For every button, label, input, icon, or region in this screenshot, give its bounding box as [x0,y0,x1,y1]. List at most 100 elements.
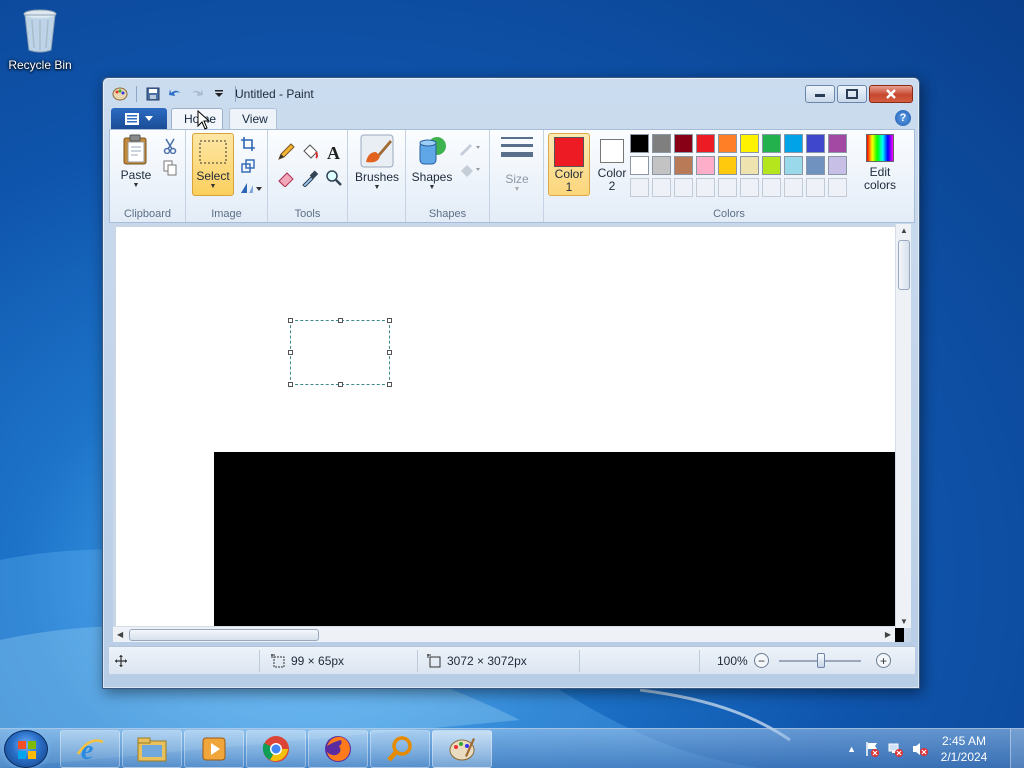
palette-color-swatch[interactable] [740,134,759,153]
network-icon[interactable] [888,741,904,757]
title-bar[interactable]: Untitled - Paint [103,78,919,108]
selection-rectangle[interactable] [288,318,392,387]
menu-icon [125,112,139,125]
taskbar-search-app[interactable] [370,730,430,768]
taskbar-internet-explorer[interactable]: e [60,730,120,768]
taskbar-file-explorer[interactable] [122,730,182,768]
selection-handle-nw[interactable] [288,318,293,323]
color-picker-icon[interactable] [300,168,320,188]
action-center-flag-icon[interactable] [864,741,880,757]
horizontal-scrollbar[interactable]: ◀ ▶ [113,626,895,642]
custom-color-slot[interactable] [718,178,737,197]
palette-color-swatch[interactable] [652,156,671,175]
color1-button[interactable]: Color 1 [548,133,590,196]
custom-color-slot[interactable] [740,178,759,197]
selection-handle-e[interactable] [387,350,392,355]
eraser-icon[interactable] [276,168,296,188]
start-button[interactable] [4,730,48,768]
resize-icon[interactable] [238,156,258,176]
tab-view[interactable]: View [229,108,277,129]
size-button[interactable]: Size ▼ [496,134,538,194]
scroll-down-arrow-icon[interactable]: ▼ [900,617,908,626]
custom-color-slot[interactable] [674,178,693,197]
select-button[interactable]: Select ▼ [192,133,234,196]
cut-scissors-icon[interactable] [160,136,180,156]
maximize-button[interactable] [837,85,867,103]
taskbar-paint[interactable] [432,730,492,768]
rotate-icon[interactable] [238,178,264,198]
palette-color-swatch[interactable] [674,156,693,175]
custom-color-slot[interactable] [828,178,847,197]
palette-color-swatch[interactable] [784,134,803,153]
pencil-icon[interactable] [276,142,296,162]
scroll-right-arrow-icon[interactable]: ▶ [885,630,891,639]
save-icon[interactable] [144,85,162,103]
custom-color-slot[interactable] [806,178,825,197]
taskbar-media-player[interactable] [184,730,244,768]
horizontal-scroll-thumb[interactable] [129,629,319,641]
fill-bucket-icon[interactable] [300,142,320,162]
help-button[interactable]: ? [895,110,911,126]
palette-color-swatch[interactable] [630,134,649,153]
taskbar-chrome[interactable] [246,730,306,768]
custom-color-slot[interactable] [762,178,781,197]
scroll-up-arrow-icon[interactable]: ▲ [900,226,908,235]
selection-handle-se[interactable] [387,382,392,387]
shape-outline-icon[interactable] [456,138,484,158]
palette-color-swatch[interactable] [806,156,825,175]
show-hidden-icons-chevron-up-icon[interactable]: ▲ [847,744,856,754]
palette-color-swatch[interactable] [696,156,715,175]
palette-color-swatch[interactable] [718,134,737,153]
vertical-scrollbar[interactable]: ▲ ▼ [895,224,911,628]
magnifier-icon[interactable] [324,168,344,188]
palette-color-swatch[interactable] [696,134,715,153]
redo-icon[interactable] [188,85,206,103]
palette-color-swatch[interactable] [718,156,737,175]
custom-color-slot[interactable] [784,178,803,197]
close-button[interactable] [869,85,913,103]
palette-color-swatch[interactable] [762,134,781,153]
paint-menu-button[interactable] [111,108,167,129]
copy-icon[interactable] [160,158,180,178]
palette-color-swatch[interactable] [674,134,693,153]
show-desktop-button[interactable] [1010,729,1024,768]
zoom-slider-thumb[interactable] [817,653,825,668]
palette-color-swatch[interactable] [828,156,847,175]
paste-button[interactable]: Paste ▼ [116,134,156,190]
scroll-left-arrow-icon[interactable]: ◀ [117,630,123,639]
palette-color-swatch[interactable] [630,156,649,175]
palette-color-swatch[interactable] [740,156,759,175]
selection-handle-w[interactable] [288,350,293,355]
custom-color-slot[interactable] [630,178,649,197]
taskbar-firefox[interactable] [308,730,368,768]
text-tool-icon[interactable]: A [324,142,344,162]
shape-fill-icon[interactable] [456,160,484,180]
custom-color-slot[interactable] [696,178,715,197]
undo-icon[interactable] [166,85,184,103]
minimize-button[interactable] [805,85,835,103]
palette-color-swatch[interactable] [762,156,781,175]
custom-color-slot[interactable] [652,178,671,197]
zoom-out-button[interactable]: − [754,653,769,668]
volume-muted-icon[interactable] [912,741,928,757]
palette-color-swatch[interactable] [806,134,825,153]
zoom-in-button[interactable]: + [876,653,891,668]
paint-app-icon[interactable] [111,85,129,103]
customize-qat-chevron-down-icon[interactable] [210,85,228,103]
selection-handle-sw[interactable] [288,382,293,387]
selection-handle-ne[interactable] [387,318,392,323]
recycle-bin-desktop-icon[interactable]: Recycle Bin [6,6,74,72]
crop-icon[interactable] [238,134,258,154]
color2-button[interactable]: Color 2 [592,133,632,196]
edit-colors-button[interactable]: Edit colors [860,134,900,192]
palette-color-swatch[interactable] [828,134,847,153]
brushes-button[interactable]: Brushes ▼ [352,134,402,192]
drawing-canvas[interactable] [116,227,904,642]
palette-color-swatch[interactable] [784,156,803,175]
selection-handle-s[interactable] [338,382,343,387]
taskbar-clock[interactable]: 2:45 AM 2/1/2024 [934,733,994,765]
palette-color-swatch[interactable] [652,134,671,153]
shapes-button[interactable]: Shapes ▼ [410,134,454,192]
vertical-scroll-thumb[interactable] [898,240,910,290]
selection-handle-n[interactable] [338,318,343,323]
